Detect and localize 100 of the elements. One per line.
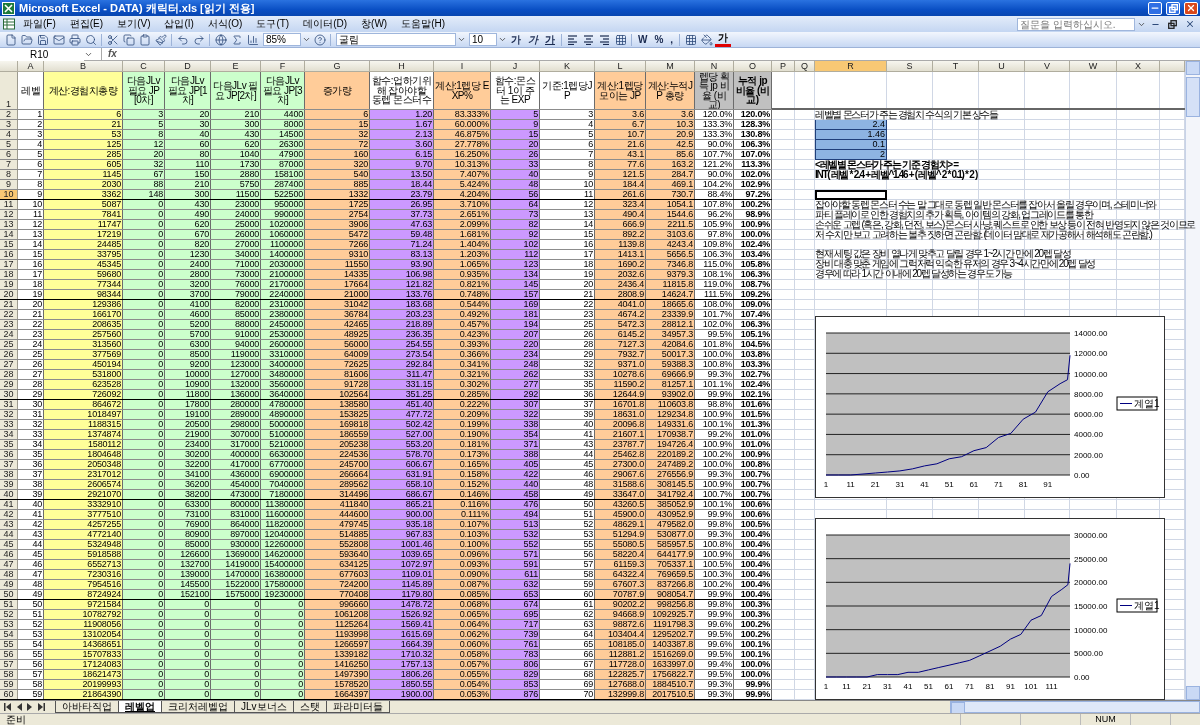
help-icon[interactable]	[312, 32, 327, 47]
mail-icon[interactable]	[51, 32, 66, 47]
column-header[interactable]: U	[979, 61, 1025, 72]
new-file-icon[interactable]	[3, 32, 18, 47]
row-header[interactable]: 59	[0, 680, 18, 689]
column-header[interactable]: G	[305, 61, 370, 72]
column-header[interactable]: J	[491, 61, 540, 72]
column-header[interactable]: D	[165, 61, 211, 72]
column-header[interactable]: K	[540, 61, 595, 72]
row-header[interactable]: 24	[0, 330, 18, 339]
column-header[interactable]: F	[261, 61, 305, 72]
italic-button[interactable]: 가	[525, 32, 541, 47]
zoom-field[interactable]: 85%	[263, 33, 301, 46]
column-header[interactable]: B	[44, 61, 123, 72]
folder-icon[interactable]	[19, 32, 34, 47]
paint-bucket-icon[interactable]	[699, 32, 715, 47]
row-header[interactable]: 44	[0, 530, 18, 539]
sheet-tab[interactable]: 파라미터들	[325, 701, 390, 713]
undo-icon[interactable]	[175, 32, 190, 47]
row-header[interactable]: 55	[0, 640, 18, 649]
align-right-icon[interactable]	[597, 32, 612, 47]
sheet-tab[interactable]: 크리처레벨업	[161, 701, 235, 713]
column-header[interactable]: I	[434, 61, 491, 72]
paintbrush-icon[interactable]	[153, 32, 168, 47]
search-icon[interactable]	[83, 32, 98, 47]
row-header[interactable]: 49	[0, 580, 18, 589]
row-header[interactable]: 22	[0, 310, 18, 319]
row-header[interactable]: 26	[0, 350, 18, 359]
row-header[interactable]: 32	[0, 410, 18, 419]
sheet-tab[interactable]: 아바타직업	[55, 701, 119, 713]
row-header[interactable]: 46	[0, 550, 18, 559]
sheet-tab[interactable]: JLv보너스	[234, 701, 294, 713]
menu-item[interactable]: 창(W)	[355, 17, 394, 31]
column-header[interactable]: H	[370, 61, 434, 72]
column-header[interactable]: V	[1025, 61, 1070, 72]
number-format-button[interactable]: ,	[667, 32, 677, 47]
menu-item[interactable]: 서식(O)	[201, 17, 249, 31]
font-size-field[interactable]: 10	[469, 33, 497, 46]
borders-icon[interactable]	[683, 32, 699, 47]
align-center-icon[interactable]	[581, 32, 596, 47]
row-header[interactable]: 52	[0, 610, 18, 619]
sheet-tab[interactable]: 레벨업	[118, 701, 162, 713]
row-header[interactable]: 31	[0, 400, 18, 409]
column-header[interactable]: R	[815, 61, 887, 72]
row-header[interactable]: 10	[0, 190, 18, 199]
underline-button[interactable]: 가	[542, 32, 558, 47]
row-header[interactable]: 35	[0, 440, 18, 449]
menu-item[interactable]: 도구(T)	[250, 17, 296, 31]
menu-item[interactable]: 도움말(H)	[395, 17, 452, 31]
row-header[interactable]: 51	[0, 600, 18, 609]
menu-item[interactable]: 편집(E)	[63, 17, 110, 31]
column-header[interactable]: P	[772, 61, 795, 72]
row-header[interactable]: 36	[0, 450, 18, 459]
scissors-icon[interactable]	[105, 32, 120, 47]
column-header[interactable]: E	[211, 61, 261, 72]
menu-item[interactable]: 삽입(I)	[158, 17, 200, 31]
selected-cell[interactable]	[815, 190, 887, 200]
row-header[interactable]: 23	[0, 320, 18, 329]
globe-icon[interactable]	[213, 32, 228, 47]
row-header[interactable]: 37	[0, 460, 18, 469]
row-header[interactable]: 21	[0, 300, 18, 309]
row-header[interactable]: 45	[0, 540, 18, 549]
next-sheet-icon[interactable]	[26, 703, 34, 711]
help-search-field[interactable]: 질문을 입력하십시오.	[1017, 17, 1135, 31]
number-format-button[interactable]: %	[651, 32, 667, 47]
row-header[interactable]: 30	[0, 390, 18, 399]
column-header[interactable]: L	[595, 61, 646, 72]
column-header[interactable]: O	[734, 61, 772, 72]
clipboard-icon[interactable]	[137, 32, 152, 47]
row-header[interactable]: 56	[0, 650, 18, 659]
sheet-tab[interactable]: 스탯	[292, 701, 327, 713]
row-header[interactable]: 42	[0, 510, 18, 519]
menu-item[interactable]: 데이터(D)	[297, 17, 354, 31]
horizontal-scrollbar[interactable]	[950, 701, 1200, 713]
column-header[interactable]: A	[18, 61, 44, 72]
column-header[interactable]: S	[887, 61, 933, 72]
save-icon[interactable]	[35, 32, 50, 47]
row-header[interactable]: 25	[0, 340, 18, 349]
printer-icon[interactable]	[67, 32, 82, 47]
first-sheet-icon[interactable]	[4, 703, 12, 711]
row-header[interactable]: 58	[0, 670, 18, 679]
row-header[interactable]: 27	[0, 360, 18, 369]
row-header[interactable]: 47	[0, 560, 18, 569]
row-header[interactable]: 20	[0, 290, 18, 299]
bold-button[interactable]: 가	[508, 32, 524, 47]
column-header[interactable]: M	[646, 61, 695, 72]
row-header[interactable]: 41	[0, 500, 18, 509]
copy-icon[interactable]	[121, 32, 136, 47]
align-left-icon[interactable]	[565, 32, 580, 47]
workbook-icon[interactable]	[3, 18, 15, 30]
column-header[interactable]: T	[933, 61, 979, 72]
column-header[interactable]: X	[1117, 61, 1160, 72]
row-header[interactable]: 34	[0, 430, 18, 439]
row-header[interactable]: 54	[0, 630, 18, 639]
redo-icon[interactable]	[191, 32, 206, 47]
last-sheet-icon[interactable]	[37, 703, 45, 711]
column-header[interactable]: W	[1070, 61, 1117, 72]
font-field[interactable]: 굴림	[336, 33, 456, 46]
menu-item[interactable]: 보기(V)	[111, 17, 157, 31]
row-header[interactable]: 29	[0, 380, 18, 389]
